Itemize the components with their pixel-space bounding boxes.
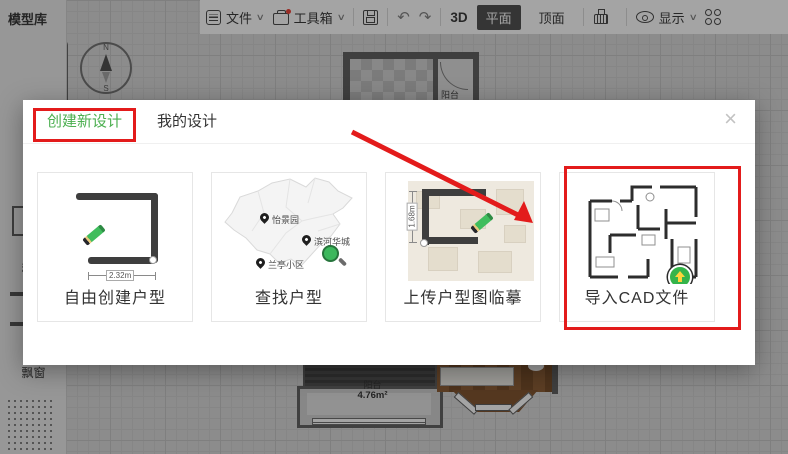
card-find-floorplan[interactable]: 怡景园 滨河华城 兰亭小区 查找户型 [211, 172, 367, 322]
cad-floorplan [560, 173, 714, 284]
card-title: 上传户型图临摹 [386, 284, 540, 321]
card-title: 自由创建户型 [38, 284, 192, 321]
map-pin: 滨河华城 [302, 235, 324, 247]
tab-create-new-design[interactable]: 创建新设计 [47, 100, 122, 144]
wall-sketch [151, 193, 158, 263]
dimension-label: 2.32m [106, 270, 134, 281]
card-title: 查找户型 [212, 284, 366, 321]
trace-illustration: 1.68m [386, 173, 540, 284]
pin-label: 兰亭小区 [268, 258, 304, 271]
upload-icon [668, 265, 692, 284]
card-upload-trace[interactable]: 1.68m 上传户型图临摹 [385, 172, 541, 322]
free-create-illustration: 2.32m [38, 173, 192, 284]
pin-icon [300, 233, 313, 246]
china-map-illustration: 怡景园 滨河华城 兰亭小区 [212, 173, 366, 284]
pin-icon [254, 256, 267, 269]
wall-endpoint [149, 256, 157, 264]
wall-sketch [76, 193, 158, 200]
wall-sketch [422, 189, 486, 196]
map-pin: 兰亭小区 [256, 258, 278, 270]
card-title: 导入CAD文件 [560, 284, 714, 321]
card-import-cad[interactable]: 导入CAD文件 [559, 172, 715, 322]
dialog-tabbar: 创建新设计 我的设计 × [23, 100, 755, 144]
cad-illustration [560, 173, 714, 284]
pencil-icon [82, 224, 106, 246]
tab-my-designs[interactable]: 我的设计 [157, 100, 217, 144]
wall-endpoint [420, 239, 428, 247]
create-design-dialog: 创建新设计 我的设计 × 2.32m 自由创建户型 [23, 100, 755, 365]
dimension-label: 1.68m [407, 202, 418, 230]
pin-icon [258, 211, 271, 224]
map-pin: 怡景园 [260, 213, 282, 225]
create-options: 2.32m 自由创建户型 怡景园 滨河华城 [37, 172, 715, 322]
wall-sketch [88, 257, 155, 264]
close-icon[interactable]: × [724, 108, 737, 130]
pin-label: 怡景园 [272, 213, 299, 226]
card-free-create[interactable]: 2.32m 自由创建户型 [37, 172, 193, 322]
wall-sketch [428, 237, 478, 244]
magnifier-icon [322, 245, 339, 262]
app-window: 阳台 N S 阳台 4.76m² 移门 [0, 0, 788, 454]
